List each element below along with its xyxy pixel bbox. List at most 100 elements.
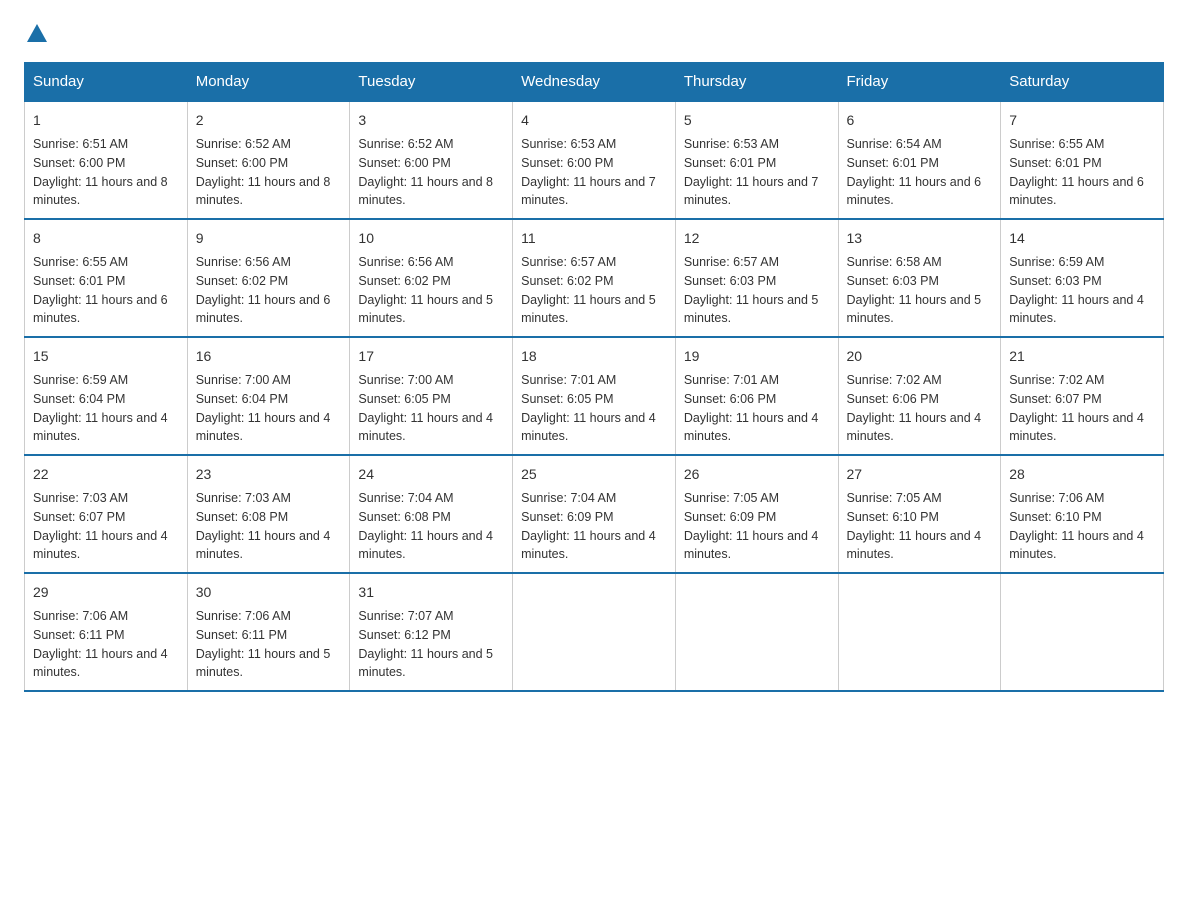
day-info: Sunrise: 6:53 AMSunset: 6:00 PMDaylight:… (521, 137, 656, 207)
day-info: Sunrise: 6:57 AMSunset: 6:03 PMDaylight:… (684, 255, 819, 325)
day-number: 30 (196, 582, 342, 603)
calendar-cell (1001, 573, 1164, 691)
day-number: 22 (33, 464, 179, 485)
header-monday: Monday (187, 63, 350, 102)
calendar-cell: 21 Sunrise: 7:02 AMSunset: 6:07 PMDayligh… (1001, 337, 1164, 455)
day-number: 9 (196, 228, 342, 249)
calendar-cell: 10 Sunrise: 6:56 AMSunset: 6:02 PMDayligh… (350, 219, 513, 337)
calendar-cell: 29 Sunrise: 7:06 AMSunset: 6:11 PMDayligh… (25, 573, 188, 691)
calendar-cell (838, 573, 1001, 691)
day-info: Sunrise: 7:04 AMSunset: 6:08 PMDaylight:… (358, 491, 493, 561)
calendar-cell: 26 Sunrise: 7:05 AMSunset: 6:09 PMDayligh… (675, 455, 838, 573)
day-number: 31 (358, 582, 504, 603)
calendar-cell: 19 Sunrise: 7:01 AMSunset: 6:06 PMDayligh… (675, 337, 838, 455)
header-wednesday: Wednesday (513, 63, 676, 102)
calendar-cell: 24Sunrise: 7:04 AMSunset: 6:08 PMDayligh… (350, 455, 513, 573)
day-number: 26 (684, 464, 830, 485)
calendar-cell: 7Sunrise: 6:55 AMSunset: 6:01 PMDaylight… (1001, 101, 1164, 219)
day-info: Sunrise: 7:04 AMSunset: 6:09 PMDaylight:… (521, 491, 656, 561)
day-info: Sunrise: 6:55 AMSunset: 6:01 PMDaylight:… (33, 255, 168, 325)
calendar-cell: 5 Sunrise: 6:53 AMSunset: 6:01 PMDaylight… (675, 101, 838, 219)
calendar-cell (513, 573, 676, 691)
calendar-cell: 16 Sunrise: 7:00 AMSunset: 6:04 PMDayligh… (187, 337, 350, 455)
day-number: 3 (358, 110, 504, 131)
calendar-cell: 12Sunrise: 6:57 AMSunset: 6:03 PMDayligh… (675, 219, 838, 337)
calendar-cell: 20 Sunrise: 7:02 AMSunset: 6:06 PMDayligh… (838, 337, 1001, 455)
day-number: 6 (847, 110, 993, 131)
day-number: 10 (358, 228, 504, 249)
day-info: Sunrise: 6:56 AMSunset: 6:02 PMDaylight:… (196, 255, 331, 325)
header-saturday: Saturday (1001, 63, 1164, 102)
day-number: 2 (196, 110, 342, 131)
day-info: Sunrise: 7:01 AMSunset: 6:05 PMDaylight:… (521, 373, 656, 443)
day-number: 11 (521, 228, 667, 249)
day-info: Sunrise: 7:05 AMSunset: 6:10 PMDaylight:… (847, 491, 982, 561)
day-info: Sunrise: 7:05 AMSunset: 6:09 PMDaylight:… (684, 491, 819, 561)
logo (24, 24, 50, 42)
header-thursday: Thursday (675, 63, 838, 102)
day-number: 13 (847, 228, 993, 249)
week-row-5: 29 Sunrise: 7:06 AMSunset: 6:11 PMDayligh… (25, 573, 1164, 691)
day-number: 23 (196, 464, 342, 485)
calendar-table: SundayMondayTuesdayWednesdayThursdayFrid… (24, 62, 1164, 692)
day-number: 29 (33, 582, 179, 603)
day-number: 20 (847, 346, 993, 367)
day-info: Sunrise: 6:59 AMSunset: 6:04 PMDaylight:… (33, 373, 168, 443)
day-number: 18 (521, 346, 667, 367)
day-info: Sunrise: 6:53 AMSunset: 6:01 PMDaylight:… (684, 137, 819, 207)
calendar-cell: 9 Sunrise: 6:56 AMSunset: 6:02 PMDaylight… (187, 219, 350, 337)
day-info: Sunrise: 7:02 AMSunset: 6:07 PMDaylight:… (1009, 373, 1144, 443)
day-number: 19 (684, 346, 830, 367)
day-info: Sunrise: 6:52 AMSunset: 6:00 PMDaylight:… (196, 137, 331, 207)
day-info: Sunrise: 7:06 AMSunset: 6:10 PMDaylight:… (1009, 491, 1144, 561)
day-info: Sunrise: 6:51 AMSunset: 6:00 PMDaylight:… (33, 137, 168, 207)
day-info: Sunrise: 6:59 AMSunset: 6:03 PMDaylight:… (1009, 255, 1144, 325)
calendar-cell: 25 Sunrise: 7:04 AMSunset: 6:09 PMDayligh… (513, 455, 676, 573)
week-row-4: 22Sunrise: 7:03 AMSunset: 6:07 PMDayligh… (25, 455, 1164, 573)
calendar-cell: 2 Sunrise: 6:52 AMSunset: 6:00 PMDaylight… (187, 101, 350, 219)
day-info: Sunrise: 6:57 AMSunset: 6:02 PMDaylight:… (521, 255, 656, 325)
calendar-cell: 6 Sunrise: 6:54 AMSunset: 6:01 PMDaylight… (838, 101, 1001, 219)
page-header (24, 24, 1164, 42)
calendar-cell: 23Sunrise: 7:03 AMSunset: 6:08 PMDayligh… (187, 455, 350, 573)
day-number: 5 (684, 110, 830, 131)
calendar-cell (675, 573, 838, 691)
calendar-cell: 14 Sunrise: 6:59 AMSunset: 6:03 PMDayligh… (1001, 219, 1164, 337)
day-info: Sunrise: 7:01 AMSunset: 6:06 PMDaylight:… (684, 373, 819, 443)
calendar-cell: 17 Sunrise: 7:00 AMSunset: 6:05 PMDayligh… (350, 337, 513, 455)
calendar-cell: 4 Sunrise: 6:53 AMSunset: 6:00 PMDaylight… (513, 101, 676, 219)
day-number: 4 (521, 110, 667, 131)
day-info: Sunrise: 6:56 AMSunset: 6:02 PMDaylight:… (358, 255, 493, 325)
day-number: 7 (1009, 110, 1155, 131)
calendar-cell: 8 Sunrise: 6:55 AMSunset: 6:01 PMDaylight… (25, 219, 188, 337)
header-sunday: Sunday (25, 63, 188, 102)
day-info: Sunrise: 6:52 AMSunset: 6:00 PMDaylight:… (358, 137, 493, 207)
calendar-cell: 30Sunrise: 7:06 AMSunset: 6:11 PMDayligh… (187, 573, 350, 691)
calendar-cell: 18 Sunrise: 7:01 AMSunset: 6:05 PMDayligh… (513, 337, 676, 455)
day-number: 21 (1009, 346, 1155, 367)
day-number: 8 (33, 228, 179, 249)
calendar-cell: 13 Sunrise: 6:58 AMSunset: 6:03 PMDayligh… (838, 219, 1001, 337)
header-tuesday: Tuesday (350, 63, 513, 102)
day-info: Sunrise: 7:02 AMSunset: 6:06 PMDaylight:… (847, 373, 982, 443)
calendar-header-row: SundayMondayTuesdayWednesdayThursdayFrid… (25, 63, 1164, 102)
header-friday: Friday (838, 63, 1001, 102)
calendar-cell: 27 Sunrise: 7:05 AMSunset: 6:10 PMDayligh… (838, 455, 1001, 573)
day-info: Sunrise: 7:00 AMSunset: 6:05 PMDaylight:… (358, 373, 493, 443)
calendar-cell: 1 Sunrise: 6:51 AMSunset: 6:00 PMDaylight… (25, 101, 188, 219)
day-number: 16 (196, 346, 342, 367)
day-info: Sunrise: 6:54 AMSunset: 6:01 PMDaylight:… (847, 137, 982, 207)
day-number: 1 (33, 110, 179, 131)
day-info: Sunrise: 7:06 AMSunset: 6:11 PMDaylight:… (33, 609, 168, 679)
day-info: Sunrise: 6:58 AMSunset: 6:03 PMDaylight:… (847, 255, 982, 325)
calendar-cell: 15Sunrise: 6:59 AMSunset: 6:04 PMDayligh… (25, 337, 188, 455)
day-info: Sunrise: 7:00 AMSunset: 6:04 PMDaylight:… (196, 373, 331, 443)
day-number: 25 (521, 464, 667, 485)
calendar-cell: 11 Sunrise: 6:57 AMSunset: 6:02 PMDayligh… (513, 219, 676, 337)
week-row-3: 15Sunrise: 6:59 AMSunset: 6:04 PMDayligh… (25, 337, 1164, 455)
day-number: 14 (1009, 228, 1155, 249)
day-number: 17 (358, 346, 504, 367)
day-number: 27 (847, 464, 993, 485)
day-info: Sunrise: 7:07 AMSunset: 6:12 PMDaylight:… (358, 609, 493, 679)
calendar-cell: 31 Sunrise: 7:07 AMSunset: 6:12 PMDayligh… (350, 573, 513, 691)
